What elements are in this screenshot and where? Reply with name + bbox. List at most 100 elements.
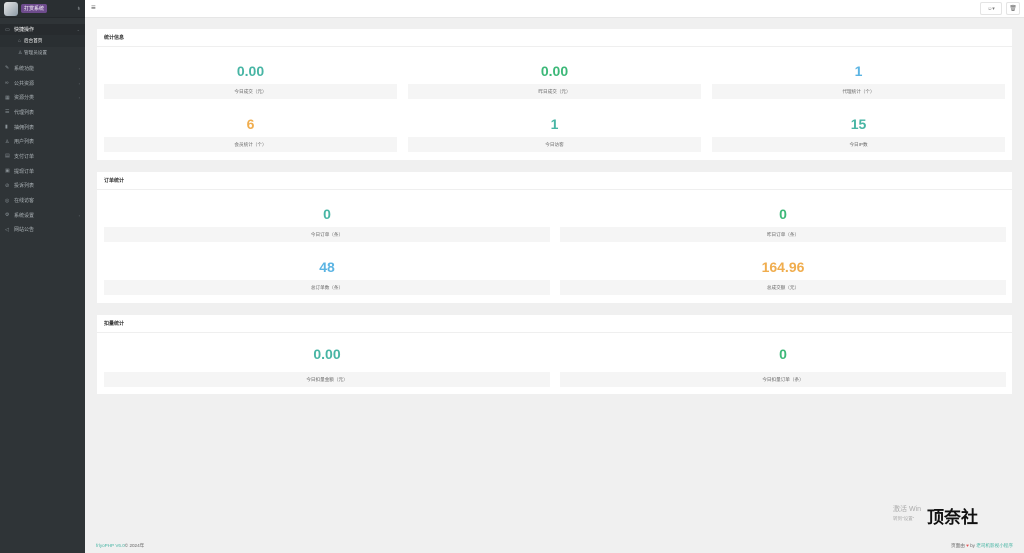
stat-value: 1 xyxy=(550,116,559,132)
sidebar: 打赏系统 ♁ ▭ 快捷操作 ⌄ ⌂ 后台首页 ♙ 管理员设置 ✎ 系统功能 › ∞ 公… xyxy=(0,0,85,553)
stat-label: 今日成交（元） xyxy=(104,84,397,99)
stat-label: 今日访客 xyxy=(408,137,701,152)
sidebar-item[interactable]: ⚙ 系统设置 › xyxy=(0,208,85,223)
stat-label: 总订单数（条） xyxy=(104,280,550,295)
sidebar-item-label: 代理列表 xyxy=(14,109,35,116)
stat-label: 代理统计（个） xyxy=(712,84,1005,99)
sidebar-item-dashboard[interactable]: ⌂ 后台首页 xyxy=(0,35,85,47)
panel-title: 扣量统计 xyxy=(97,315,1012,333)
sidebar-item[interactable]: ▦ 资源分类 › xyxy=(0,90,85,105)
sidebar-item[interactable]: ♙ 用户列表 xyxy=(0,134,85,149)
sidebar-item-label: 投诉列表 xyxy=(14,183,35,190)
footer-copyright: © 2024年 xyxy=(124,542,145,548)
sidebar-item-admin-settings[interactable]: ♙ 管理员设置 xyxy=(0,47,85,59)
folder-icon: ▭ xyxy=(5,26,10,33)
footer-brand[interactable]: frlyoPHP V6.0 xyxy=(96,543,125,548)
stat-card: 6 会员统计（个） xyxy=(104,116,397,152)
stat-value: 0.00 xyxy=(313,346,341,362)
footer-credit-link[interactable]: 老司机影视小程序 xyxy=(976,543,1013,548)
sidebar-item[interactable]: ∞ 公共资源 › xyxy=(0,76,85,91)
stat-label: 今日订单（条） xyxy=(104,227,550,242)
sidebar-item[interactable]: ☰ 代理列表 xyxy=(0,105,85,120)
stat-card: 0 今日订单（条） xyxy=(104,206,550,242)
stat-value: 6 xyxy=(246,116,255,132)
sidebar-item-label: 在线访客 xyxy=(14,198,35,205)
sidebar-item-label: 公共资源 xyxy=(14,80,35,87)
sidebar-group-quick[interactable]: ▭ 快捷操作 ⌄ xyxy=(0,24,85,35)
footer-credit-prefix: 页面由 xyxy=(951,542,965,548)
stats-panel: 统计信息 0.00 今日成交（元） 0.00 昨日成交（元） 1 代理统计（个）… xyxy=(97,29,1012,160)
stat-value: 1 xyxy=(854,63,863,79)
chevron-down-icon: ⌄ xyxy=(76,27,80,32)
sidebar-item[interactable]: ▮ 抽佣列表 xyxy=(0,120,85,135)
panel-title: 统计信息 xyxy=(97,29,1012,47)
footer-credit: 页面由 ♥ by 老司机影视小程序 xyxy=(951,543,1013,549)
sidebar-item[interactable]: ⊘ 投诉列表 xyxy=(0,179,85,194)
stat-value: 0.00 xyxy=(540,63,569,79)
sidebar-item[interactable]: ▤ 支付订单 xyxy=(0,149,85,164)
stat-value: 0 xyxy=(779,346,787,362)
sidebar-header: 打赏系统 ♁ xyxy=(0,0,85,18)
logo[interactable] xyxy=(4,1,18,16)
footer: frlyoPHP V6.0 © 2024年 页面由 ♥ by 老司机影视小程序 xyxy=(85,538,1024,553)
brand-stamp: 顶奈社 xyxy=(927,508,978,527)
sidebar-item-label: 提现订单 xyxy=(14,168,35,175)
activation-watermark: 激活 Win 转到"设置" xyxy=(893,505,921,523)
sidebar-item[interactable]: ◁ 网站公告 xyxy=(0,223,85,238)
sidebar-item[interactable]: ◎ 在线访客 xyxy=(0,193,85,208)
stat-label: 昨日成交（元） xyxy=(408,84,701,99)
sidebar-item-label: 网站公告 xyxy=(14,227,35,234)
footer-credit-by: by xyxy=(970,542,975,548)
stat-value: 0.00 xyxy=(236,63,265,79)
stat-label: 总成交额（元） xyxy=(560,280,1006,295)
sidebar-item-label: 系统功能 xyxy=(14,65,35,72)
stat-label: 今日扣量订单（条） xyxy=(560,372,1006,387)
avatar-dropdown[interactable]: ☺ ▾ xyxy=(980,2,1002,15)
sidebar-item[interactable]: ✎ 系统功能 › xyxy=(0,61,85,76)
watermark-line: 激活 Win xyxy=(893,506,921,513)
bell-icon[interactable]: ♁ xyxy=(77,6,82,12)
stat-card: 0.00 昨日成交（元） xyxy=(408,63,701,99)
brand-name: 打赏系统 xyxy=(21,4,48,13)
stat-card: 0 今日扣量订单（条） xyxy=(560,346,1006,387)
stat-card: 164.96 总成交额（元） xyxy=(560,259,1006,295)
stat-value: 15 xyxy=(850,116,867,132)
sidebar-item[interactable]: ▣ 提现订单 xyxy=(0,164,85,179)
stat-label: 今日IP数 xyxy=(712,137,1005,152)
panel-title: 订单统计 xyxy=(97,172,1012,190)
stat-label: 今日扣量金额（元） xyxy=(104,372,550,387)
stat-card: 15 今日IP数 xyxy=(712,116,1005,152)
stat-card: 0.00 今日扣量金额（元） xyxy=(104,346,550,387)
chart-icon: ▮ xyxy=(5,124,8,131)
menu-toggle-icon[interactable]: ≡ xyxy=(91,3,96,12)
heart-icon: ♥ xyxy=(966,542,969,548)
sidebar-item-label: 资源分类 xyxy=(14,95,35,102)
stat-label: 会员统计（个） xyxy=(104,137,397,152)
watermark-line: 转到"设置" xyxy=(893,516,915,521)
chevron-right-icon: › xyxy=(78,80,80,86)
wrench-icon: ✎ xyxy=(5,65,10,72)
stat-value: 48 xyxy=(319,259,335,275)
stat-label: 昨日订单（条） xyxy=(560,227,1006,242)
sidebar-group-label: 快捷操作 xyxy=(14,27,35,33)
chevron-right-icon: › xyxy=(78,212,80,218)
sidebar-item-label: 系统设置 xyxy=(14,212,35,219)
link-icon: ∞ xyxy=(5,80,9,87)
wallet-icon: ▣ xyxy=(5,168,10,175)
sidebar-item-label: 支付订单 xyxy=(14,153,35,160)
stat-card: 0 昨日订单（条） xyxy=(560,206,1006,242)
stat-card: 48 总订单数（条） xyxy=(104,259,550,295)
alert-icon: ⊘ xyxy=(5,182,10,189)
stat-card: 0.00 今日成交（元） xyxy=(104,63,397,99)
stat-value: 0 xyxy=(323,206,331,222)
grid-icon: ▦ xyxy=(5,94,10,101)
user-icon: ♙ xyxy=(5,138,10,145)
stat-card: 1 今日访客 xyxy=(408,116,701,152)
stat-card: 1 代理统计（个） xyxy=(712,63,1005,99)
sidebar-item-label: 管理员设置 xyxy=(24,50,47,55)
chevron-right-icon: › xyxy=(78,65,80,71)
sidebar-item-label: 后台首页 xyxy=(24,38,43,43)
stat-value: 164.96 xyxy=(761,259,805,275)
trash-icon[interactable]: 🗑 xyxy=(1006,2,1020,15)
card-icon: ▤ xyxy=(5,153,10,160)
